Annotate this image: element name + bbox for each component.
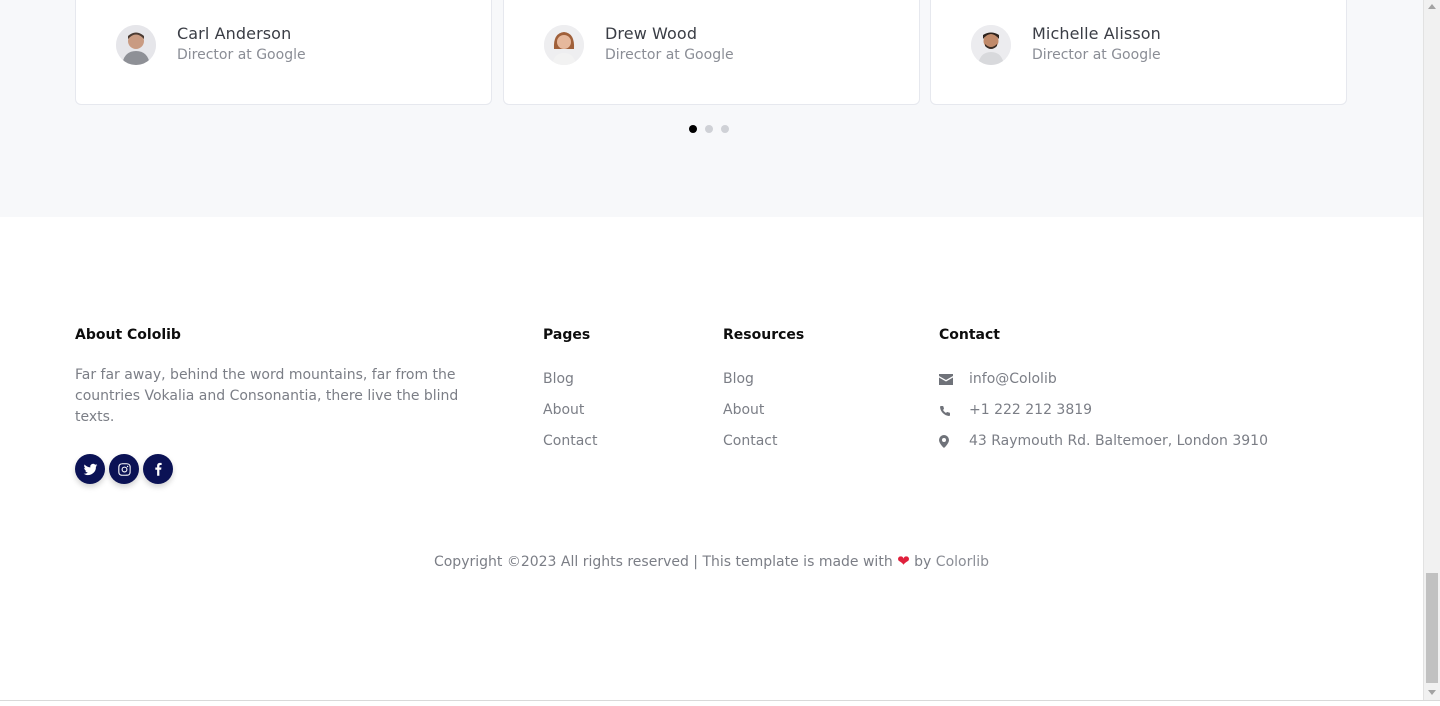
- facebook-button[interactable]: [143, 454, 173, 484]
- testimonial-card: Drew Wood Director at Google: [503, 0, 920, 105]
- vertical-scrollbar[interactable]: [1423, 0, 1440, 701]
- instagram-icon: [117, 462, 131, 476]
- about-text: Far far away, behind the word mountains,…: [75, 367, 459, 425]
- copyright-by: by: [914, 554, 932, 570]
- colorlib-link[interactable]: Colorlib: [936, 554, 989, 570]
- avatar: [116, 25, 156, 65]
- contact-address-item: 43 Raymouth Rd. Baltemoer, London 3910: [939, 426, 1268, 457]
- twitter-icon: [83, 463, 97, 475]
- carousel-dot-1[interactable]: [689, 125, 697, 133]
- footer-link-contact[interactable]: Contact: [543, 426, 597, 457]
- copyright-text: Copyright ©2023 All rights reserved | Th…: [433, 554, 893, 570]
- carousel-dots: [689, 125, 729, 133]
- twitter-button[interactable]: [75, 454, 105, 484]
- footer-resources: Resources Blog About Contact: [723, 327, 804, 457]
- pages-links: Blog About Contact: [543, 364, 597, 457]
- avatar: [544, 25, 584, 65]
- phone-icon: [939, 405, 969, 417]
- testimonial-role: Director at Google: [605, 47, 734, 63]
- testimonial-role: Director at Google: [177, 47, 306, 63]
- carousel-dot-2[interactable]: [705, 125, 713, 133]
- carousel-dot-3[interactable]: [721, 125, 729, 133]
- scroll-down-arrow-icon[interactable]: [1428, 690, 1436, 695]
- contact-email-item[interactable]: info@Cololib: [939, 364, 1268, 395]
- footer-contact: Contact info@Cololib +1 222 212 3819 43 …: [939, 327, 1268, 457]
- footer-link-about[interactable]: About: [543, 395, 597, 426]
- footer-link-blog[interactable]: Blog: [543, 364, 597, 395]
- testimonial-name: Carl Anderson: [177, 24, 292, 43]
- contact-phone[interactable]: +1 222 212 3819: [969, 395, 1092, 426]
- footer-heading-resources: Resources: [723, 327, 805, 343]
- footer-heading-pages: Pages: [543, 327, 591, 343]
- testimonial-card: Carl Anderson Director at Google: [75, 0, 492, 105]
- footer-pages: Pages Blog About Contact: [543, 327, 597, 457]
- footer-link-contact[interactable]: Contact: [723, 426, 804, 457]
- heart-icon: ❤: [897, 552, 910, 570]
- contact-address: 43 Raymouth Rd. Baltemoer, London 3910: [969, 433, 1268, 449]
- facebook-icon: [154, 462, 162, 476]
- contact-email[interactable]: info@Cololib: [969, 364, 1057, 395]
- contact-list: info@Cololib +1 222 212 3819 43 Raymouth…: [939, 364, 1268, 457]
- map-pin-icon: [939, 435, 969, 448]
- footer-about: About Cololib Far far away, behind the w…: [75, 327, 495, 484]
- avatar: [971, 25, 1011, 65]
- resources-links: Blog About Contact: [723, 364, 804, 457]
- footer-link-about[interactable]: About: [723, 395, 804, 426]
- copyright: Copyright ©2023 All rights reserved | Th…: [0, 552, 1423, 570]
- footer-link-blog[interactable]: Blog: [723, 364, 804, 395]
- testimonial-role: Director at Google: [1032, 47, 1161, 63]
- testimonial-name: Drew Wood: [605, 24, 698, 43]
- social-links: [75, 454, 495, 484]
- scroll-up-arrow-icon[interactable]: [1428, 4, 1436, 9]
- footer-heading-about: About Cololib: [75, 327, 181, 343]
- instagram-button[interactable]: [109, 454, 139, 484]
- scrollbar-thumb[interactable]: [1426, 573, 1438, 683]
- testimonial-card: Michelle Alisson Director at Google: [930, 0, 1347, 105]
- testimonials-section: Carl Anderson Director at Google Drew Wo…: [0, 0, 1423, 217]
- testimonial-name: Michelle Alisson: [1032, 24, 1161, 43]
- page: Carl Anderson Director at Google Drew Wo…: [0, 0, 1423, 701]
- contact-phone-item[interactable]: +1 222 212 3819: [939, 395, 1268, 426]
- envelope-icon: [939, 374, 969, 385]
- window-bottom-edge: [0, 700, 1440, 706]
- footer-heading-contact: Contact: [939, 327, 1000, 343]
